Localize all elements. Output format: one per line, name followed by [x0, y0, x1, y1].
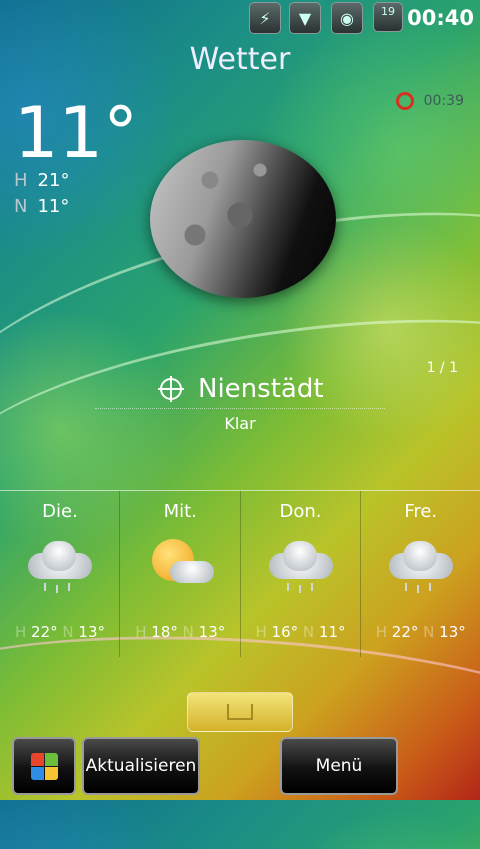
high-label: H [14, 170, 28, 191]
sync-time: 00:39 [423, 93, 464, 109]
low-label: N [62, 623, 74, 641]
partly-cloudy-icon [144, 539, 216, 595]
start-button[interactable] [12, 737, 76, 795]
cloudy-rain-icon [385, 539, 457, 595]
location-name: Nienstädt [198, 374, 324, 404]
sync-status[interactable]: 00:39 [395, 92, 464, 110]
current-temperature: 11° [14, 92, 139, 174]
divider [95, 408, 385, 410]
page-title: Wetter [189, 42, 291, 77]
forecast-strip: Die. H 22° N 13° Mit. H 18° N 13° Don. H… [0, 490, 480, 657]
day-name: Mit. [163, 501, 197, 522]
low-label: N [182, 623, 194, 641]
low-value: 13° [439, 623, 466, 641]
battery-level: 19 [381, 5, 395, 18]
low-label: N [423, 623, 435, 641]
high-value: 16° [271, 623, 299, 641]
current-low: N 11° [14, 196, 69, 217]
high-label: H [135, 623, 147, 641]
location[interactable]: Nienstädt [158, 374, 324, 404]
cloudy-rain-icon [24, 539, 96, 595]
moon-weather-icon [150, 140, 336, 298]
day-name: Die. [42, 501, 78, 522]
tray-icon [227, 704, 253, 720]
refresh-button[interactable]: Aktualisieren [82, 737, 200, 795]
high-label: H [255, 623, 267, 641]
high-label: H [375, 623, 387, 641]
location-pager: 1 / 1 [426, 360, 458, 376]
low-label: N [14, 196, 28, 217]
refresh-icon [395, 92, 414, 110]
usb-icon[interactable]: ⚡ [249, 2, 281, 34]
low-value: 11° [318, 623, 346, 641]
forecast-day[interactable]: Die. H 22° N 13° [0, 491, 121, 657]
battery-icon[interactable]: 19 [373, 2, 403, 32]
low-label: N [302, 623, 315, 641]
forecast-day[interactable]: Mit. H 18° N 13° [120, 491, 241, 657]
low-value: 11° [37, 196, 70, 217]
crosshair-icon [158, 376, 184, 402]
cloudy-rain-icon [265, 539, 337, 595]
expand-handle[interactable] [187, 692, 293, 732]
forecast-day[interactable]: Fre. H 22° N 13° [361, 491, 480, 657]
high-value: 22° [31, 623, 58, 641]
day-name: Fre. [404, 501, 438, 522]
day-temps: H 22° N 13° [361, 623, 480, 641]
menu-button[interactable]: Menü [280, 737, 398, 795]
windows-logo-icon [29, 751, 59, 781]
day-name: Don. [279, 501, 322, 522]
high-value: 18° [151, 623, 178, 641]
clock[interactable]: 00:40 [407, 6, 474, 30]
low-value: 13° [78, 623, 106, 641]
current-condition: Klar [224, 414, 256, 433]
day-temps: H 16° N 11° [241, 623, 361, 641]
high-value: 22° [391, 623, 419, 641]
current-high: H 21° [14, 170, 69, 191]
high-label: H [14, 623, 27, 641]
status-bar: ⚡ ▼ ◉ 19 00:40 [0, 0, 480, 36]
low-value: 13° [198, 623, 226, 641]
day-temps: H 18° N 13° [120, 623, 240, 641]
day-temps: H 22° N 13° [0, 623, 120, 641]
high-value: 21° [37, 170, 70, 191]
signal-icon[interactable]: ▼ [289, 2, 321, 34]
volume-icon[interactable]: ◉ [331, 2, 363, 34]
forecast-day[interactable]: Don. H 16° N 11° [241, 491, 361, 657]
